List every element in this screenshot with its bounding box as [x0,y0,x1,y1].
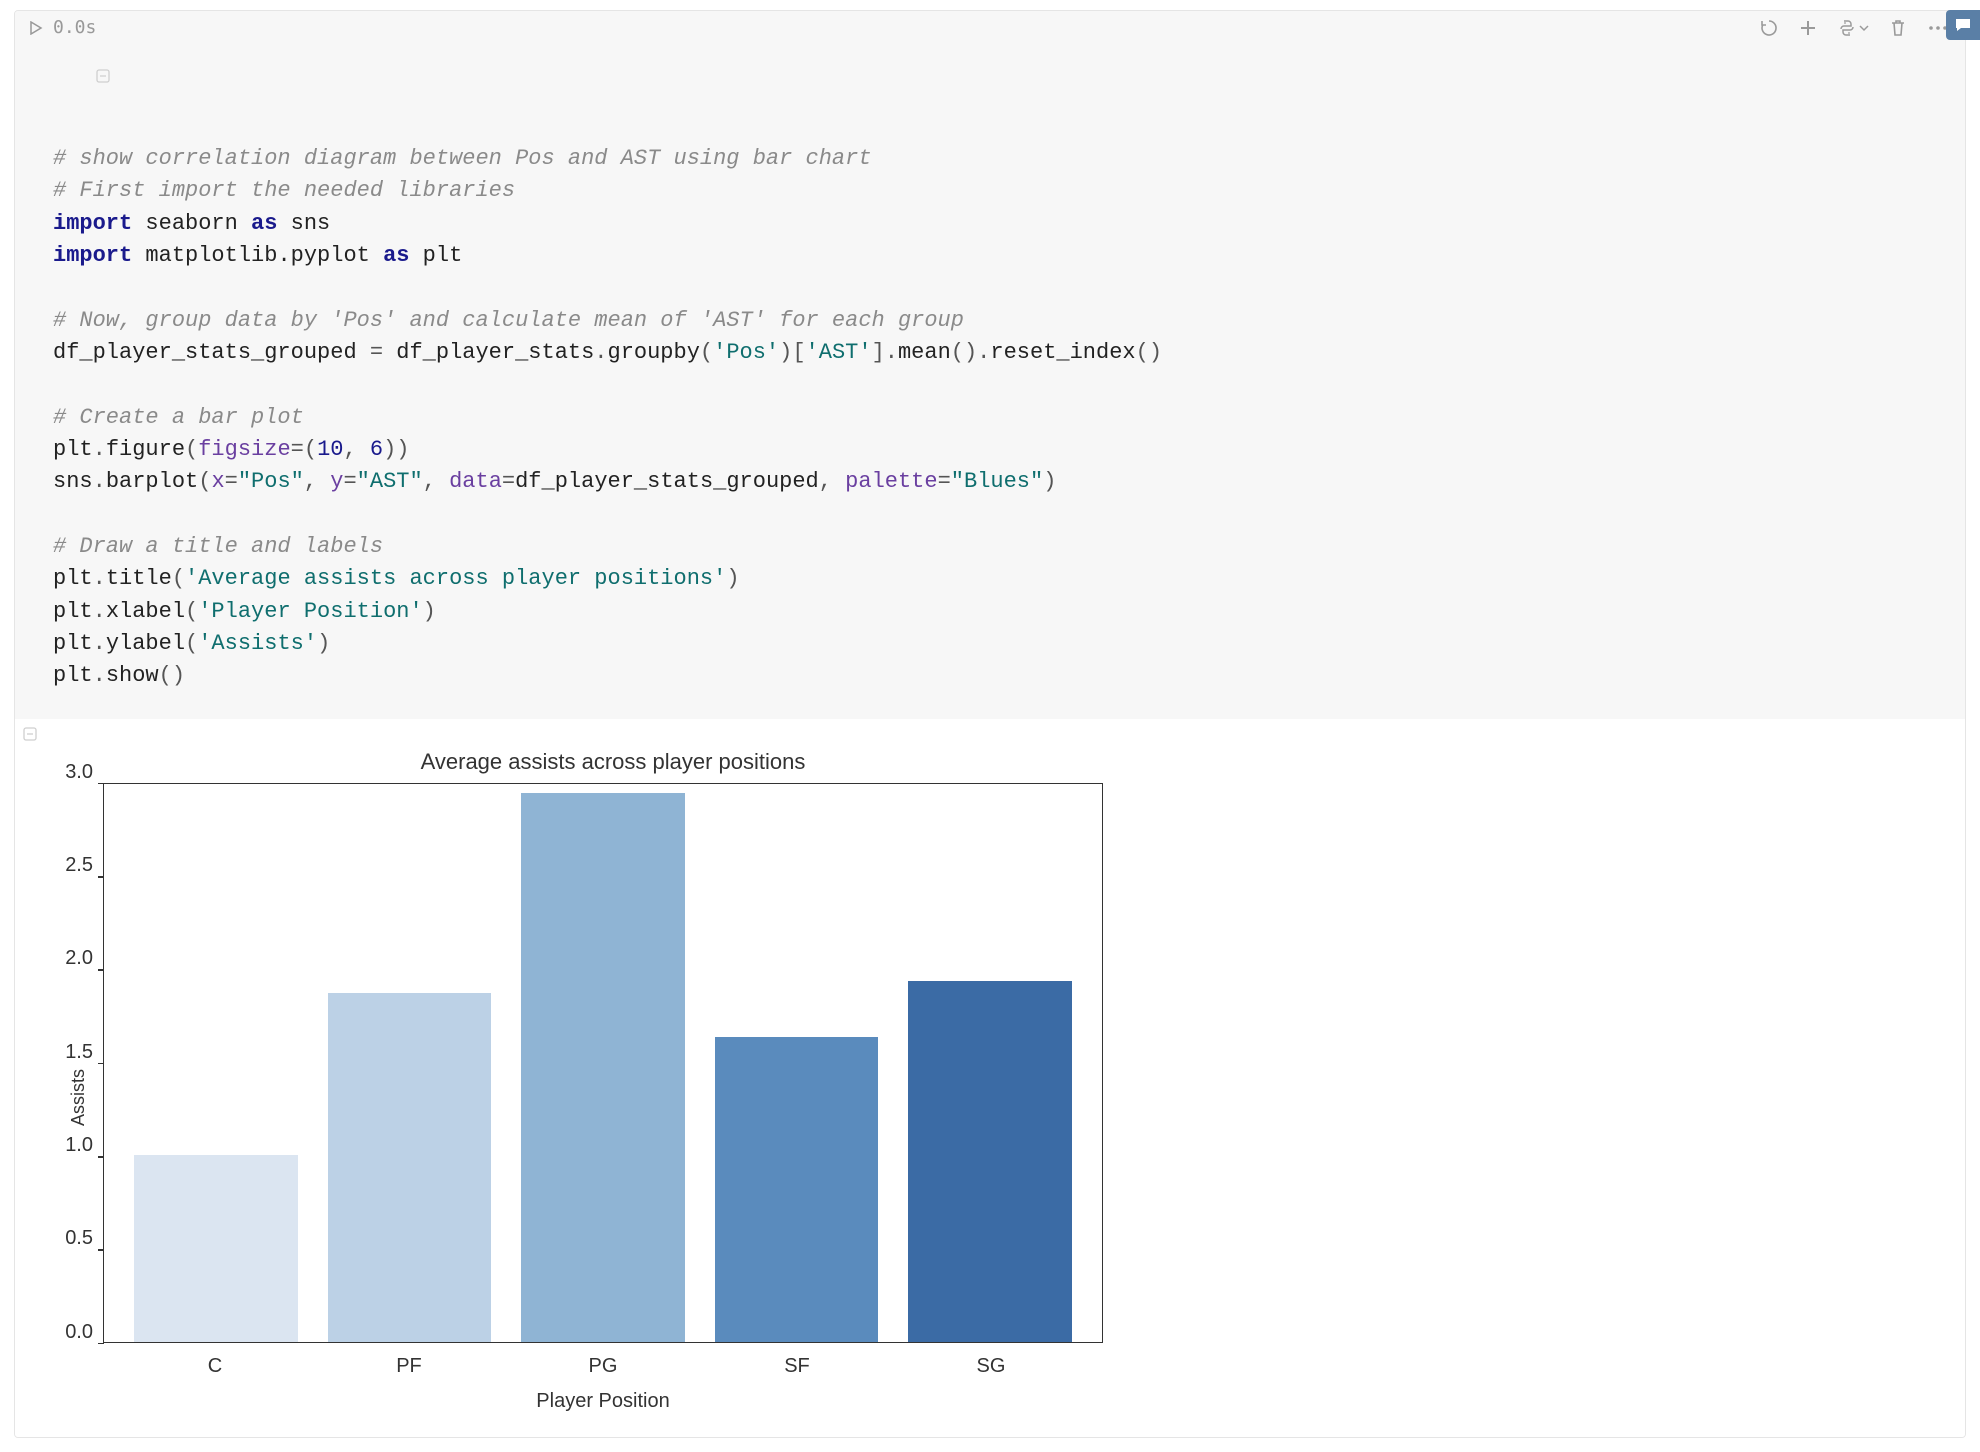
collapse-output-icon[interactable] [21,727,39,746]
xtick-label: PF [327,1355,491,1378]
cell-output: Average assists across player positions … [15,719,1965,1437]
bar-slot [521,793,685,1342]
bar-slot [715,1037,879,1341]
code-editor[interactable]: # show correlation diagram between Pos a… [15,40,1965,719]
chart: Average assists across player positions … [63,749,1163,1413]
xtick-label: SF [715,1355,879,1378]
chevron-down-icon [1859,23,1869,33]
chart-xlabel: Player Position [103,1390,1103,1413]
notebook-cell: 0.0s [14,10,1966,1438]
bar-slot [328,993,492,1342]
code-line[interactable] [53,369,1945,401]
xtick-label: C [133,1355,297,1378]
bar [715,1037,879,1341]
chart-title: Average assists across player positions [63,749,1163,775]
bar [908,981,1072,1341]
code-line[interactable]: # Create a bar plot [53,402,1945,434]
chart-plot-area [103,783,1103,1343]
code-line[interactable]: import seaborn as sns [53,208,1945,240]
python-icon[interactable] [1837,18,1869,38]
code-line[interactable]: plt.ylabel('Assists') [53,628,1945,660]
code-line[interactable]: sns.barplot(x="Pos", y="AST", data=df_pl… [53,466,1945,498]
xtick-label: SG [909,1355,1073,1378]
cell-toolbar [1759,18,1955,38]
delete-cell-icon[interactable] [1889,18,1907,38]
bar-slot [908,981,1072,1341]
code-line[interactable]: plt.xlabel('Player Position') [53,596,1945,628]
chart-ylabel: Assists [63,783,93,1413]
add-cell-icon[interactable] [1799,19,1817,37]
execution-time: 0.0s [53,17,96,38]
bar [134,1155,298,1342]
code-line[interactable]: df_player_stats_grouped = df_player_stat… [53,337,1945,369]
bar [328,993,492,1342]
code-line[interactable] [53,499,1945,531]
code-line[interactable]: # Now, group data by 'Pos' and calculate… [53,305,1945,337]
code-line[interactable]: import matplotlib.pyplot as plt [53,240,1945,272]
cell-header: 0.0s [15,11,1965,40]
chart-xaxis: C PF PG SF SG [103,1343,1103,1378]
code-line[interactable]: plt.show() [53,660,1945,692]
code-line[interactable]: plt.figure(figsize=(10, 6)) [53,434,1945,466]
xtick-label: PG [521,1355,685,1378]
bar-slot [134,1155,298,1342]
code-line[interactable]: # Draw a title and labels [53,531,1945,563]
code-line[interactable] [53,272,1945,304]
collapse-input-icon[interactable] [19,44,37,115]
clear-output-icon[interactable] [1759,18,1779,38]
chat-icon[interactable] [1946,10,1980,40]
code-line[interactable]: # show correlation diagram between Pos a… [53,143,1945,175]
run-icon[interactable] [29,21,43,35]
code-line[interactable]: plt.title('Average assists across player… [53,563,1945,595]
code-line[interactable]: # First import the needed libraries [53,175,1945,207]
bar [521,793,685,1342]
